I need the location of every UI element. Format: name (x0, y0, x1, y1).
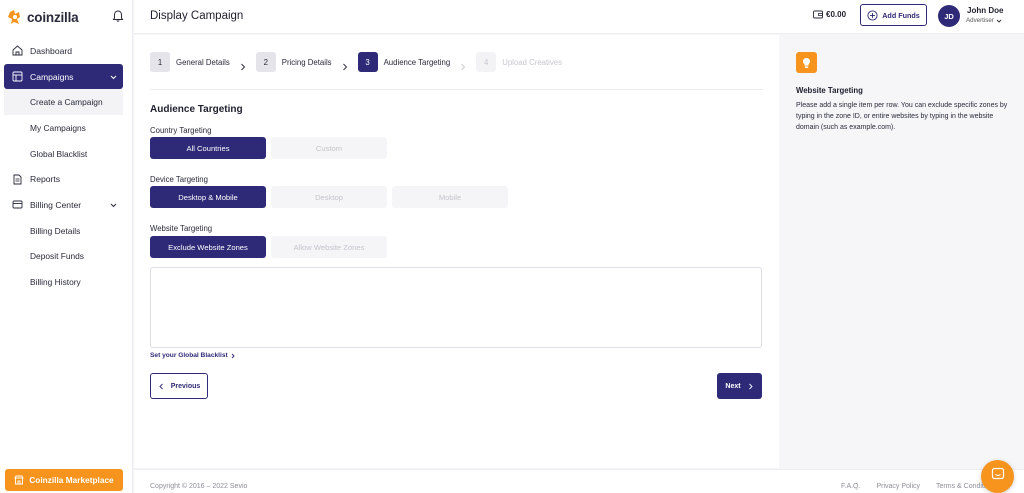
tip-body: Please add a single item per row. You ca… (796, 102, 1008, 131)
chevron-down-icon (996, 18, 1002, 24)
footer: Copyright © 2016 – 2022 Sevio F.A.Q. Pri… (134, 469, 1024, 493)
sidebar-nav: Dashboard Campaigns Create a Campaign My… (4, 38, 123, 295)
sidebar-item-billing-history[interactable]: Billing History (4, 269, 123, 295)
add-funds-button[interactable]: Add Funds (860, 4, 927, 26)
device-option-mobile[interactable]: Mobile (392, 186, 508, 208)
chevron-down-icon (110, 201, 117, 208)
home-icon (12, 45, 23, 56)
user-name[interactable]: John Doe (967, 6, 1003, 15)
sidebar-item-reports[interactable]: Reports (4, 166, 123, 192)
sidebar-item-deposit-funds[interactable]: Deposit Funds (4, 244, 123, 270)
sidebar-item-campaigns[interactable]: Campaigns (4, 63, 123, 90)
top-header: Display Campaign €0.00 Add Funds JD John… (134, 0, 1024, 34)
previous-button[interactable]: Previous (150, 373, 208, 399)
step-number: 4 (476, 52, 497, 72)
brand-name: coinzilla (27, 9, 79, 25)
document-icon (12, 174, 23, 185)
copyright: Copyright © 2016 – 2022 Sevio (150, 483, 248, 490)
plus-circle-icon (867, 9, 878, 21)
stepper: 1 General Details 2 Pricing Details 3 Au… (150, 52, 562, 72)
chevron-right-icon (230, 353, 236, 359)
divider (150, 89, 763, 90)
chat-icon (991, 467, 1005, 486)
marketplace-label: Coinzilla Marketplace (29, 475, 114, 485)
chevron-right-icon (459, 58, 467, 71)
website-targeting-label: Website Targeting (150, 224, 213, 233)
sidebar-item-billing-center[interactable]: Billing Center (4, 192, 123, 218)
sidebar-item-create-campaign[interactable]: Create a Campaign (4, 89, 123, 116)
credit-card-icon (12, 199, 23, 210)
sidebar-item-billing-details[interactable]: Billing Details (4, 218, 123, 244)
brand-logo[interactable]: coinzilla (7, 7, 125, 27)
bell-icon[interactable] (111, 9, 125, 23)
website-zones-textarea[interactable] (150, 267, 762, 348)
country-option-all[interactable]: All Countries (150, 137, 266, 159)
step-number: 3 (357, 52, 378, 72)
chevron-down-icon (110, 73, 117, 80)
user-role-dropdown[interactable]: Advertiser (966, 17, 1002, 24)
device-option-desktop-mobile[interactable]: Desktop & Mobile (150, 186, 266, 208)
step-number: 2 (255, 52, 276, 72)
sidebar: coinzilla Dashboard Campaigns Create a C… (0, 0, 133, 493)
user-role-label: Advertiser (966, 17, 994, 24)
step-label: General Details (176, 57, 230, 67)
avatar[interactable]: JD (938, 5, 960, 27)
country-targeting-label: Country Targeting (150, 126, 212, 135)
step-number: 1 (150, 52, 170, 72)
footer-link-faq[interactable]: F.A.Q. (841, 483, 860, 490)
country-option-custom[interactable]: Custom (271, 137, 387, 159)
device-option-desktop[interactable]: Desktop (271, 186, 387, 208)
chevron-right-icon (747, 383, 754, 390)
chevron-right-icon (341, 58, 349, 71)
device-targeting-label: Device Targeting (150, 175, 208, 184)
page-title: Display Campaign (150, 10, 244, 22)
step-label: Pricing Details (281, 57, 332, 67)
step-label: Audience Targeting (383, 57, 451, 67)
marketplace-button[interactable]: Coinzilla Marketplace (5, 469, 123, 491)
sidebar-item-dashboard[interactable]: Dashboard (4, 38, 123, 64)
website-option-allow[interactable]: Allow Website Zones (271, 236, 387, 258)
balance-value: €0.00 (826, 10, 847, 19)
sidebar-item-label: Billing Center (30, 199, 82, 210)
balance-display: €0.00 (813, 10, 846, 19)
global-blacklist-label: Set your Global Blacklist (150, 352, 228, 359)
lightbulb-icon (796, 52, 817, 73)
step-label: Upload Creatives (502, 57, 563, 67)
sidebar-item-label: Dashboard (30, 45, 73, 56)
sidebar-item-my-campaigns[interactable]: My Campaigns (4, 115, 123, 141)
chevron-left-icon (158, 383, 165, 390)
layout-icon (12, 71, 23, 82)
next-button[interactable]: Next (717, 373, 762, 399)
footer-links: F.A.Q. Privacy Policy Terms & Conditions (841, 483, 997, 490)
wallet-icon (813, 10, 823, 19)
sidebar-item-label: Campaigns (30, 71, 74, 82)
previous-label: Previous (170, 382, 201, 390)
sidebar-item-global-blacklist[interactable]: Global Blacklist (4, 141, 123, 167)
step-audience-targeting[interactable]: 3 Audience Targeting (357, 52, 451, 72)
store-icon (14, 475, 25, 485)
step-pricing-details[interactable]: 2 Pricing Details (255, 52, 332, 72)
sidebar-item-label: Reports (30, 174, 61, 185)
campaign-form-panel: 1 General Details 2 Pricing Details 3 Au… (134, 35, 779, 468)
chevron-right-icon (239, 58, 247, 71)
add-funds-label: Add Funds (882, 10, 920, 20)
coinzilla-logo-icon (7, 9, 23, 25)
tip-title: Website Targeting (796, 86, 863, 95)
next-label: Next (725, 382, 741, 390)
chat-button[interactable] (981, 460, 1014, 493)
step-general-details[interactable]: 1 General Details (150, 52, 230, 72)
website-option-exclude[interactable]: Exclude Website Zones (150, 236, 266, 258)
global-blacklist-link[interactable]: Set your Global Blacklist (150, 352, 236, 359)
section-title: Audience Targeting (150, 104, 243, 115)
step-upload-creatives: 4 Upload Creatives (476, 52, 562, 72)
footer-link-privacy[interactable]: Privacy Policy (876, 483, 920, 490)
